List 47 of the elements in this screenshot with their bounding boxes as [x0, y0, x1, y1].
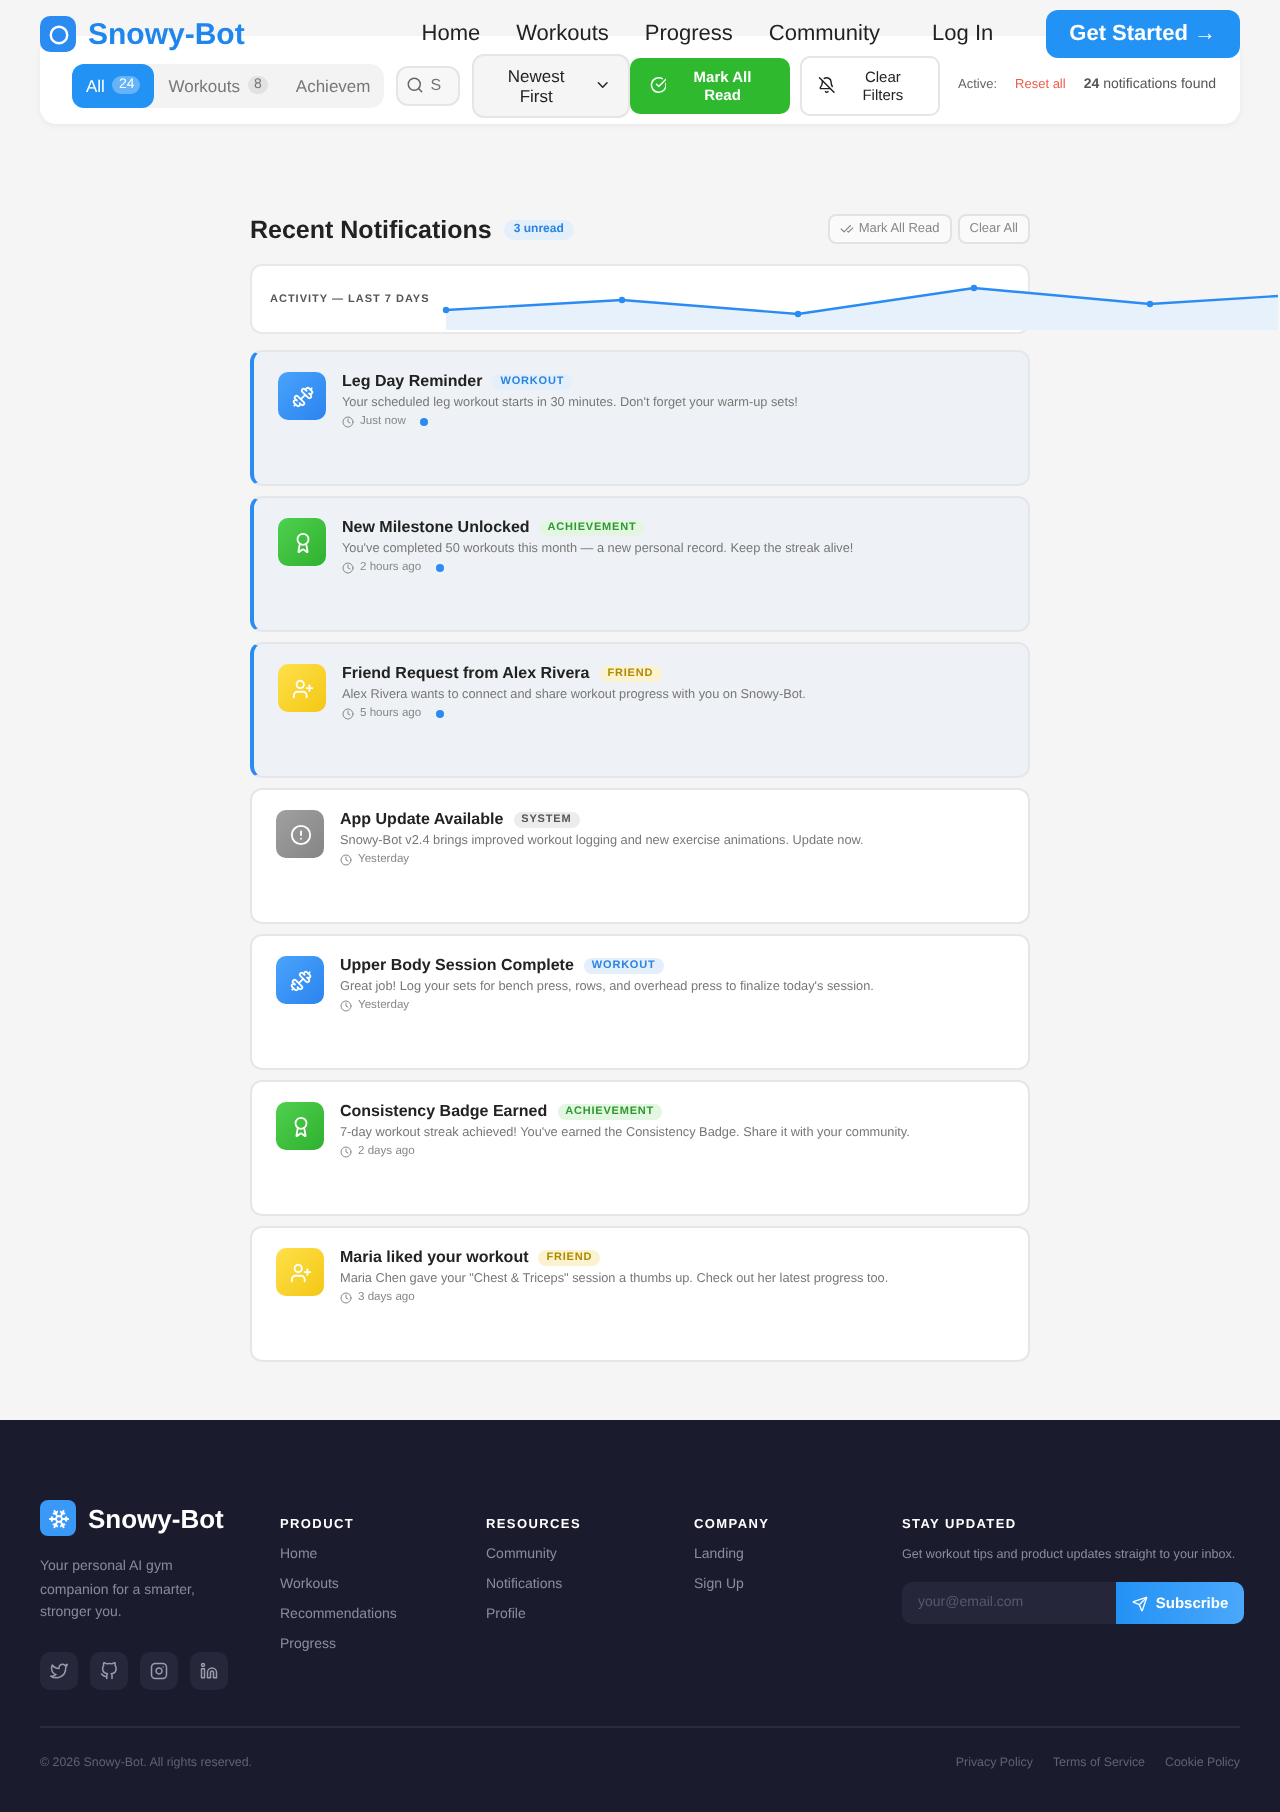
search-icon — [406, 75, 425, 93]
notification-title: Consistency Badge Earned — [340, 1102, 548, 1120]
dumbbell-icon — [276, 956, 324, 1004]
sort-dropdown[interactable]: Newest First — [472, 53, 630, 117]
nav-link[interactable]: Home — [421, 22, 481, 46]
section-title: Recent Notifications — [250, 215, 492, 243]
unread-dot — [419, 418, 428, 426]
twitter-icon[interactable] — [40, 1651, 78, 1689]
search-field[interactable]: S — [396, 65, 461, 105]
clock-icon — [340, 854, 352, 866]
award-icon — [278, 518, 326, 566]
login-link[interactable]: Log In — [932, 22, 994, 46]
nav-link[interactable]: Workouts — [516, 22, 609, 46]
notification-title: Leg Day Reminder — [342, 372, 483, 390]
unread-dot — [435, 710, 444, 718]
send-icon — [1131, 1595, 1148, 1611]
clock-icon — [342, 416, 354, 428]
check-circle-icon — [649, 76, 667, 94]
brand-name: Snowy-Bot — [88, 17, 245, 51]
clock-icon — [340, 1000, 352, 1012]
clock-icon — [340, 1292, 352, 1304]
clock-icon — [340, 1146, 352, 1158]
user-plus-icon — [276, 1248, 324, 1296]
get-started-button[interactable]: Get Started → — [1045, 10, 1240, 58]
notification-title: Maria liked your workout — [340, 1248, 529, 1266]
alert-icon — [276, 810, 324, 858]
nav-link[interactable]: Community — [768, 22, 881, 46]
footer-brand: Snowy-Bot — [88, 1503, 224, 1533]
user-plus-icon — [278, 664, 326, 712]
notification-title: App Update Available — [340, 810, 504, 828]
bell-off-icon — [818, 76, 836, 94]
instagram-icon[interactable] — [140, 1651, 178, 1689]
dumbbell-icon — [278, 372, 326, 420]
unread-dot — [435, 564, 444, 572]
clock-icon — [342, 562, 354, 574]
notification-title: Friend Request from Alex Rivera — [342, 664, 590, 682]
clock-icon — [342, 708, 354, 720]
github-icon[interactable] — [90, 1651, 128, 1689]
notification-title: New Milestone Unlocked — [342, 518, 530, 536]
double-check-icon — [840, 222, 855, 236]
filter-tab[interactable]: Achievem — [281, 63, 385, 107]
chevron-down-icon — [593, 76, 612, 94]
nav-link[interactable]: Progress — [644, 22, 733, 46]
notification-title: Upper Body Session Complete — [340, 956, 574, 974]
snowflake-icon — [40, 1500, 76, 1536]
award-icon — [276, 1102, 324, 1150]
linkedin-icon[interactable] — [190, 1651, 228, 1689]
